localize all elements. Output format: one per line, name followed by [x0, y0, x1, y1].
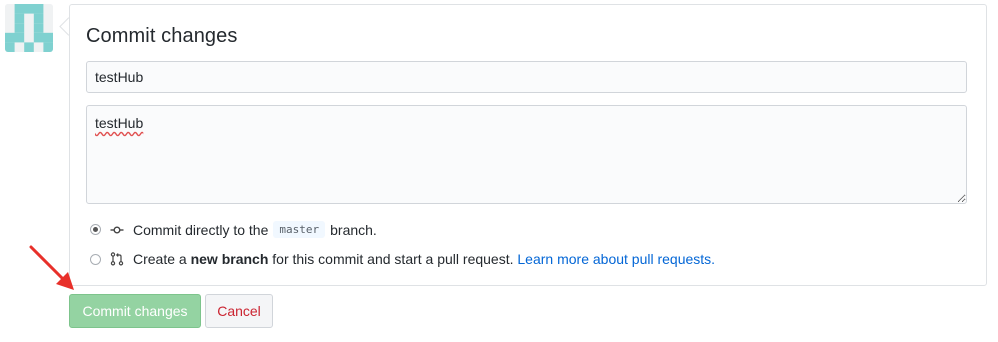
commit-summary-input[interactable] — [86, 61, 967, 93]
option-commit-direct[interactable]: Commit directly to the master branch. — [90, 221, 377, 238]
option-new-branch[interactable]: Create a new branch for this commit and … — [90, 251, 715, 267]
commit-panel: Commit changes testHub Commit directly t… — [69, 4, 987, 286]
learn-more-link[interactable]: Learn more about pull requests. — [517, 251, 715, 267]
red-arrow-icon — [29, 245, 74, 290]
cancel-button[interactable]: Cancel — [205, 294, 273, 328]
option-new-suffix: for this commit and start a pull request… — [272, 251, 514, 267]
option-direct-suffix: branch. — [330, 221, 377, 238]
commit-title: Commit changes — [86, 25, 238, 47]
option-direct-prefix: Commit directly to the — [133, 221, 269, 238]
option-new-bold: new branch — [190, 251, 269, 267]
git-commit-icon — [110, 225, 124, 233]
option-new-prefix: Create a — [133, 251, 187, 267]
radio-new-branch[interactable] — [90, 253, 101, 265]
radio-commit-direct[interactable] — [90, 224, 101, 235]
branch-name: master — [273, 221, 326, 238]
git-pull-request-icon — [110, 252, 124, 266]
identicon-icon — [5, 4, 53, 52]
commit-description-textarea[interactable]: testHub — [86, 105, 967, 204]
avatar[interactable] — [5, 4, 53, 52]
commit-button[interactable]: Commit changes — [69, 294, 201, 328]
